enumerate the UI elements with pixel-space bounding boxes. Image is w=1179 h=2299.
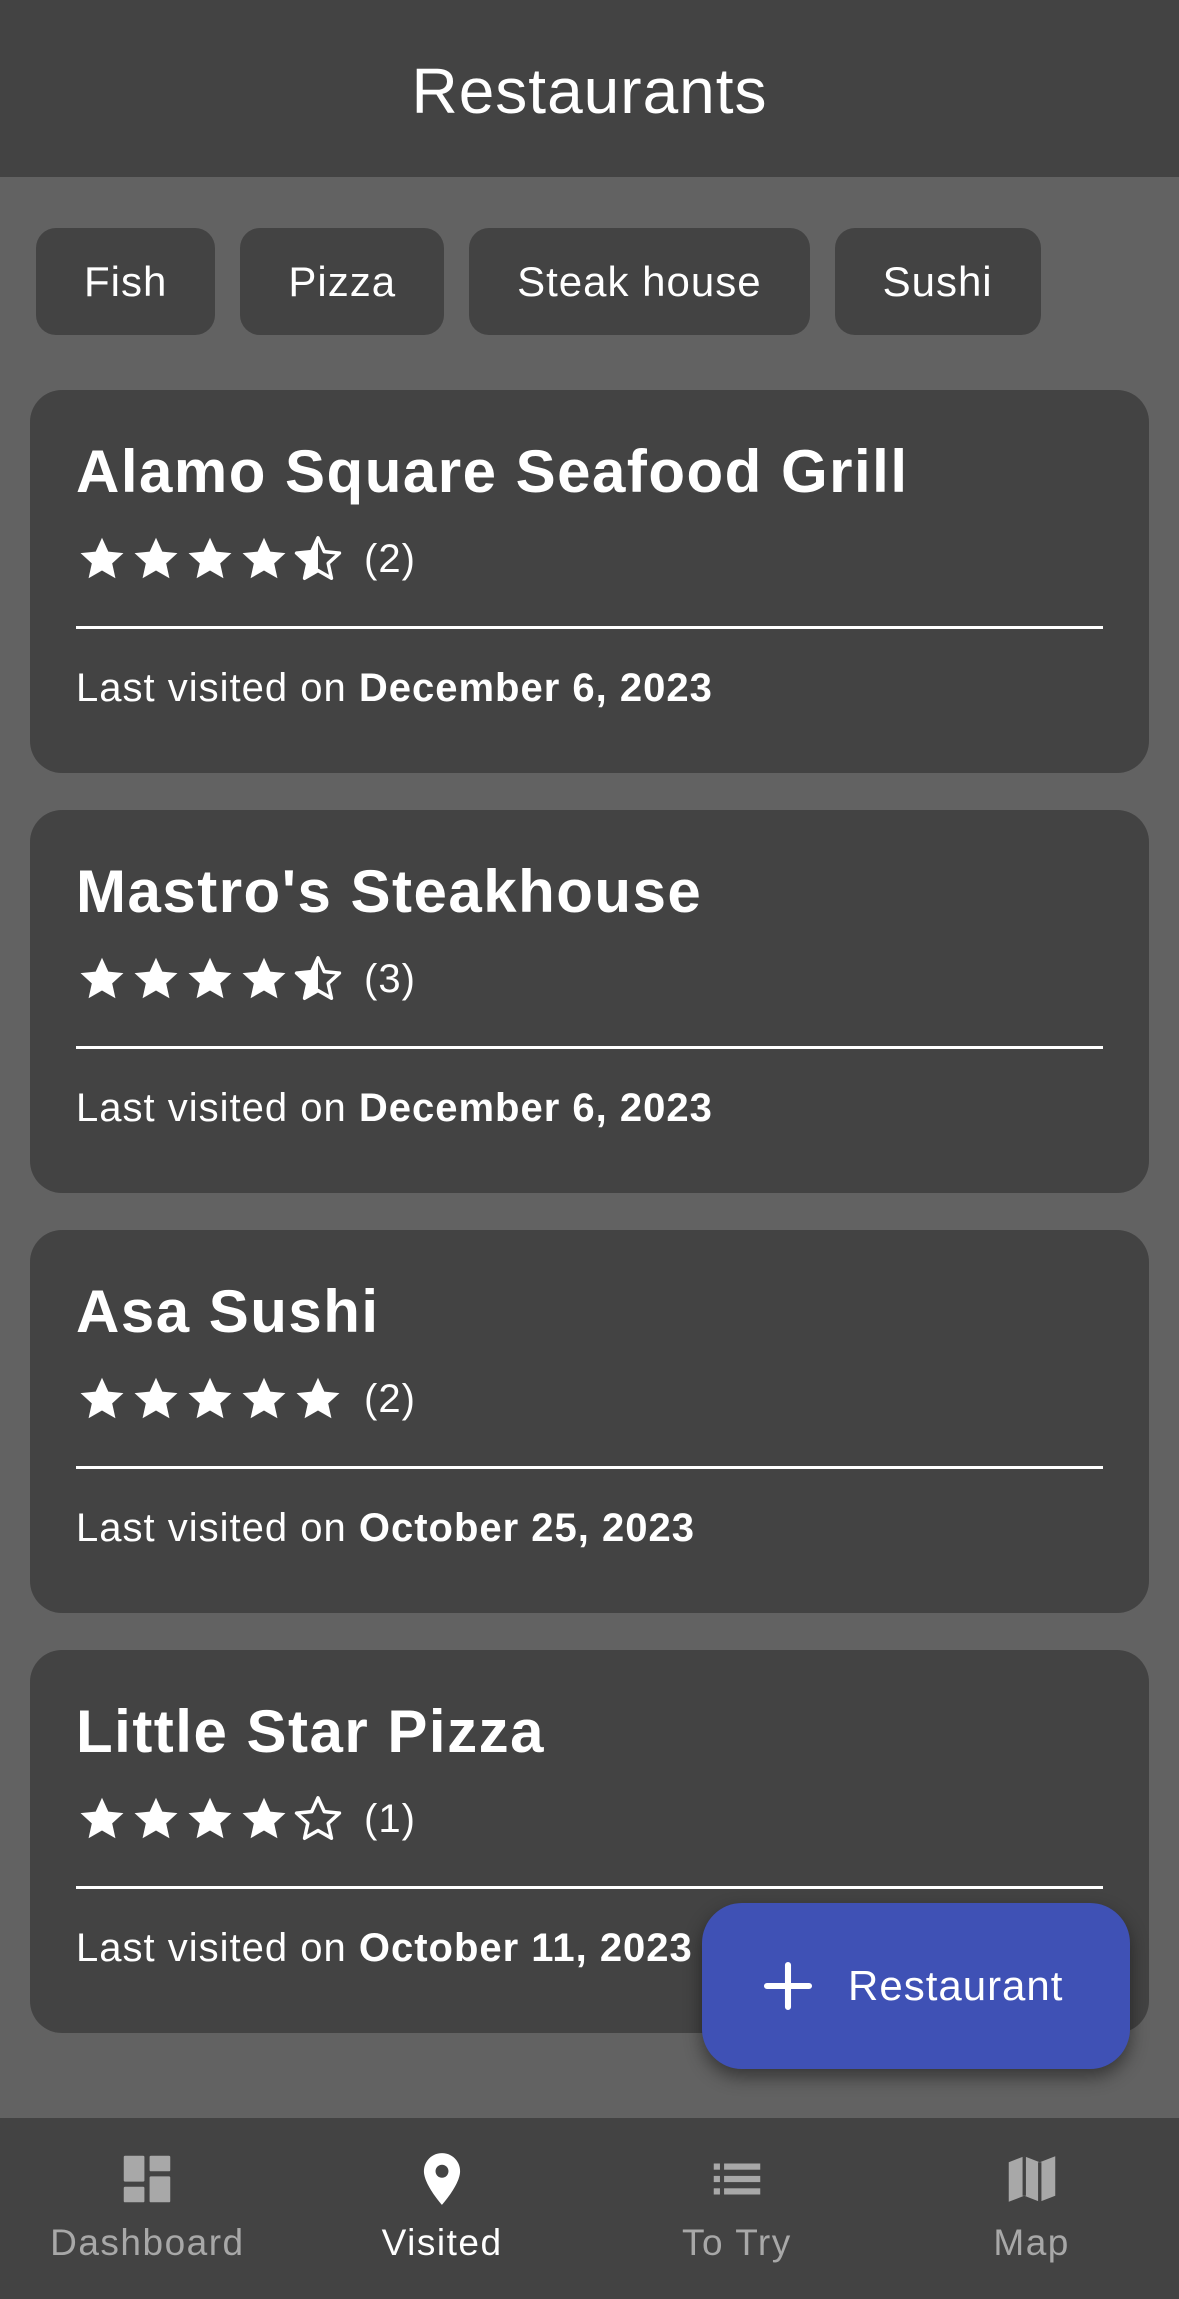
star-full-icon <box>188 537 232 579</box>
rating-row: (2) <box>76 532 1103 586</box>
filter-chip-fish[interactable]: Fish <box>36 228 216 335</box>
add-restaurant-button[interactable]: Restaurant <box>702 1903 1130 2069</box>
add-restaurant-label: Restaurant <box>848 1962 1064 2009</box>
star-outline-icon <box>294 1796 342 1841</box>
list-icon <box>713 2163 761 2195</box>
last-visited: Last visited on December 6, 2023 <box>76 666 713 711</box>
last-visited-label: Last visited on <box>76 666 359 710</box>
star-full-icon <box>80 537 124 579</box>
last-visited-label: Last visited on <box>76 1926 359 1970</box>
review-count: (1) <box>364 1796 416 1841</box>
star-full-icon <box>134 1797 178 1839</box>
star-full-icon <box>80 957 124 999</box>
filter-chip-steak-house[interactable]: Steak house <box>469 228 810 335</box>
last-visited-date: October 25, 2023 <box>358 1506 696 1550</box>
star-full-icon <box>242 1377 286 1419</box>
last-visited-date: October 11, 2023 <box>358 1926 693 1970</box>
star-full-icon <box>242 957 286 999</box>
last-visited-date: December 6, 2023 <box>358 1086 713 1130</box>
last-visited: Last visited on October 11, 2023 <box>76 1926 693 1971</box>
plus-icon <box>763 1961 813 2011</box>
location-pin-icon <box>424 2153 461 2205</box>
restaurant-card[interactable]: Alamo Square Seafood Grill (2) Last visi… <box>30 390 1149 773</box>
last-visited: Last visited on December 6, 2023 <box>76 1086 713 1131</box>
review-count: (2) <box>364 536 416 581</box>
nav-item-visited[interactable]: Visited <box>295 2118 590 2299</box>
restaurant-name: Alamo Square Seafood Grill <box>76 438 909 505</box>
nav-label: Map <box>993 2222 1070 2263</box>
last-visited-label: Last visited on <box>76 1086 359 1130</box>
star-rating <box>76 953 344 1005</box>
star-full-icon <box>134 1377 178 1419</box>
rating-row: (3) <box>76 952 1103 1006</box>
star-rating <box>76 533 344 585</box>
star-rating <box>76 1373 344 1425</box>
filter-chip-pizza[interactable]: Pizza <box>240 228 445 335</box>
divider <box>76 626 1103 629</box>
star-full-icon <box>242 537 286 579</box>
last-visited-date: December 6, 2023 <box>358 666 713 710</box>
map-icon <box>1008 2156 1055 2202</box>
divider <box>76 1886 1103 1889</box>
app-bar: Restaurants <box>0 0 1179 177</box>
star-full-icon <box>188 1797 232 1839</box>
restaurant-name: Asa Sushi <box>76 1278 380 1345</box>
nav-label: To Try <box>682 2222 792 2263</box>
review-count: (2) <box>364 1376 416 1421</box>
page-title: Restaurants <box>411 54 768 127</box>
star-half-icon <box>294 956 342 1001</box>
star-full-icon <box>296 1377 340 1419</box>
bottom-navigation: Dashboard Visited To Try Map <box>0 2118 1179 2299</box>
restaurant-list: Alamo Square Seafood Grill (2) Last visi… <box>30 390 1149 2070</box>
restaurant-name: Little Star Pizza <box>76 1698 545 1765</box>
restaurant-name: Mastro's Steakhouse <box>76 858 703 925</box>
rating-row: (1) <box>76 1792 1103 1846</box>
restaurant-card[interactable]: Mastro's Steakhouse (3) Last visited on … <box>30 810 1149 1193</box>
review-count: (3) <box>364 956 416 1001</box>
divider <box>76 1046 1103 1049</box>
star-half-icon <box>294 536 342 581</box>
divider <box>76 1466 1103 1469</box>
nav-label: Dashboard <box>50 2222 245 2263</box>
filter-chip-sushi[interactable]: Sushi <box>834 228 1041 335</box>
rating-row: (2) <box>76 1372 1103 1426</box>
star-full-icon <box>242 1797 286 1839</box>
dashboard-icon <box>124 2155 171 2203</box>
star-full-icon <box>80 1797 124 1839</box>
star-full-icon <box>80 1377 124 1419</box>
nav-item-dashboard[interactable]: Dashboard <box>0 2118 295 2299</box>
nav-label: Visited <box>381 2222 503 2263</box>
star-full-icon <box>188 957 232 999</box>
star-full-icon <box>134 537 178 579</box>
filter-chips: Fish Pizza Steak house Sushi <box>36 228 1041 335</box>
restaurant-card[interactable]: Asa Sushi (2) Last visited on October 25… <box>30 1230 1149 1613</box>
last-visited-label: Last visited on <box>76 1506 359 1550</box>
star-full-icon <box>134 957 178 999</box>
nav-item-to-try[interactable]: To Try <box>590 2118 885 2299</box>
star-full-icon <box>188 1377 232 1419</box>
star-rating <box>76 1793 344 1845</box>
last-visited: Last visited on October 25, 2023 <box>76 1506 695 1551</box>
nav-item-map[interactable]: Map <box>884 2118 1179 2299</box>
